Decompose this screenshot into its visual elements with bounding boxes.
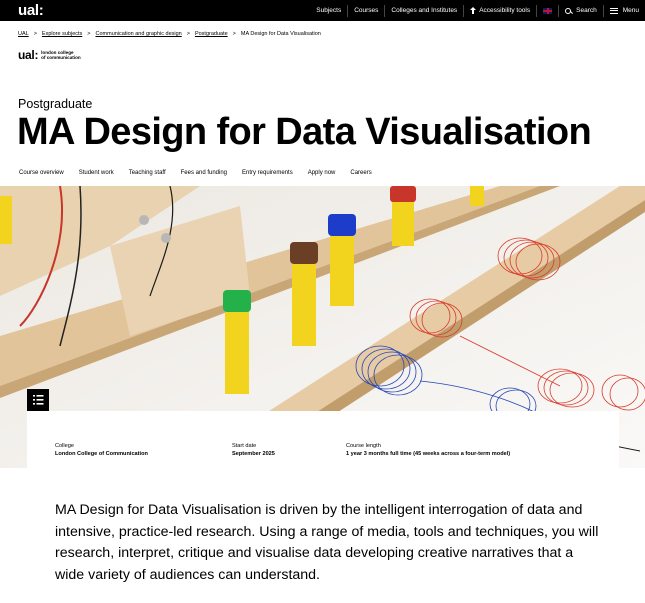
pen-red: [390, 186, 416, 246]
course-nav-careers[interactable]: Careers: [350, 170, 371, 176]
course-nav-fees[interactable]: Fees and funding: [181, 170, 227, 176]
search-icon: [565, 7, 572, 14]
global-header: ual: Subjects Courses Colleges and Insti…: [0, 0, 645, 21]
course-level: Postgraduate: [18, 97, 93, 111]
breadcrumb-separator: >: [186, 31, 190, 37]
course-nav: Course overview Student work Teaching st…: [19, 170, 372, 176]
fact-course-length-label: Course length: [346, 443, 381, 449]
breadcrumb-separator: >: [232, 31, 236, 37]
nav-language[interactable]: [536, 4, 558, 17]
accessibility-arrow-icon: [470, 7, 477, 14]
breadcrumb-separator: >: [87, 31, 91, 37]
pen-brown: [290, 242, 318, 346]
fact-course-length-value: 1 year 3 months full time (45 weeks acro…: [346, 451, 511, 457]
breadcrumb-separator: >: [33, 31, 37, 37]
fact-start-date-value: September 2025: [232, 451, 275, 457]
pen-blue: [328, 214, 356, 306]
breadcrumb-ual[interactable]: UAL: [18, 31, 29, 37]
nav-menu[interactable]: Menu: [602, 4, 645, 17]
breadcrumb-current: MA Design for Data Visualisation: [240, 31, 321, 37]
course-intro: MA Design for Data Visualisation is driv…: [55, 502, 599, 583]
fact-start-date-label: Start date: [232, 443, 257, 449]
nav-subjects[interactable]: Subjects: [310, 5, 347, 17]
fact-college-value: London College of Communication: [55, 451, 148, 457]
fact-college: College London College of Communication: [55, 442, 148, 458]
course-nav-apply[interactable]: Apply now: [308, 170, 336, 176]
college-logo[interactable]: ual: london college of communication: [18, 49, 81, 61]
course-nav-teaching-staff[interactable]: Teaching staff: [129, 170, 166, 176]
fact-college-label: College: [55, 443, 74, 449]
course-nav-entry[interactable]: Entry requirements: [242, 170, 293, 176]
breadcrumb: UAL > Explore subjects > Communication a…: [18, 31, 321, 37]
menu-icon: [609, 7, 618, 14]
fact-start-date: Start date September 2025: [232, 442, 275, 458]
college-logo-mark: ual:: [18, 48, 39, 62]
uk-flag-icon: [543, 7, 553, 14]
page-title: MA Design for Data Visualisation: [17, 111, 592, 153]
nav-search[interactable]: Search: [558, 4, 603, 17]
nav-colleges[interactable]: Colleges and Institutes: [384, 4, 463, 17]
college-logo-name: london college of communication: [41, 50, 81, 60]
breadcrumb-postgraduate[interactable]: Postgraduate: [195, 31, 228, 37]
global-nav: Subjects Courses Colleges and Institutes…: [310, 0, 645, 21]
pen-green: [223, 290, 251, 394]
course-nav-student-work[interactable]: Student work: [79, 170, 114, 176]
course-nav-overview[interactable]: Course overview: [19, 170, 64, 176]
nav-accessibility-tools[interactable]: Accessibility tools: [463, 4, 536, 17]
ual-logo[interactable]: ual:: [18, 2, 44, 19]
nav-courses[interactable]: Courses: [347, 4, 384, 17]
fact-course-length: Course length 1 year 3 months full time …: [346, 442, 578, 458]
course-info-card: College London College of Communication …: [27, 411, 619, 603]
table-of-contents-button[interactable]: [27, 389, 49, 411]
breadcrumb-communication[interactable]: Communication and graphic design: [96, 31, 182, 37]
table-of-contents-icon: [33, 395, 44, 405]
breadcrumb-explore-subjects[interactable]: Explore subjects: [42, 31, 82, 37]
